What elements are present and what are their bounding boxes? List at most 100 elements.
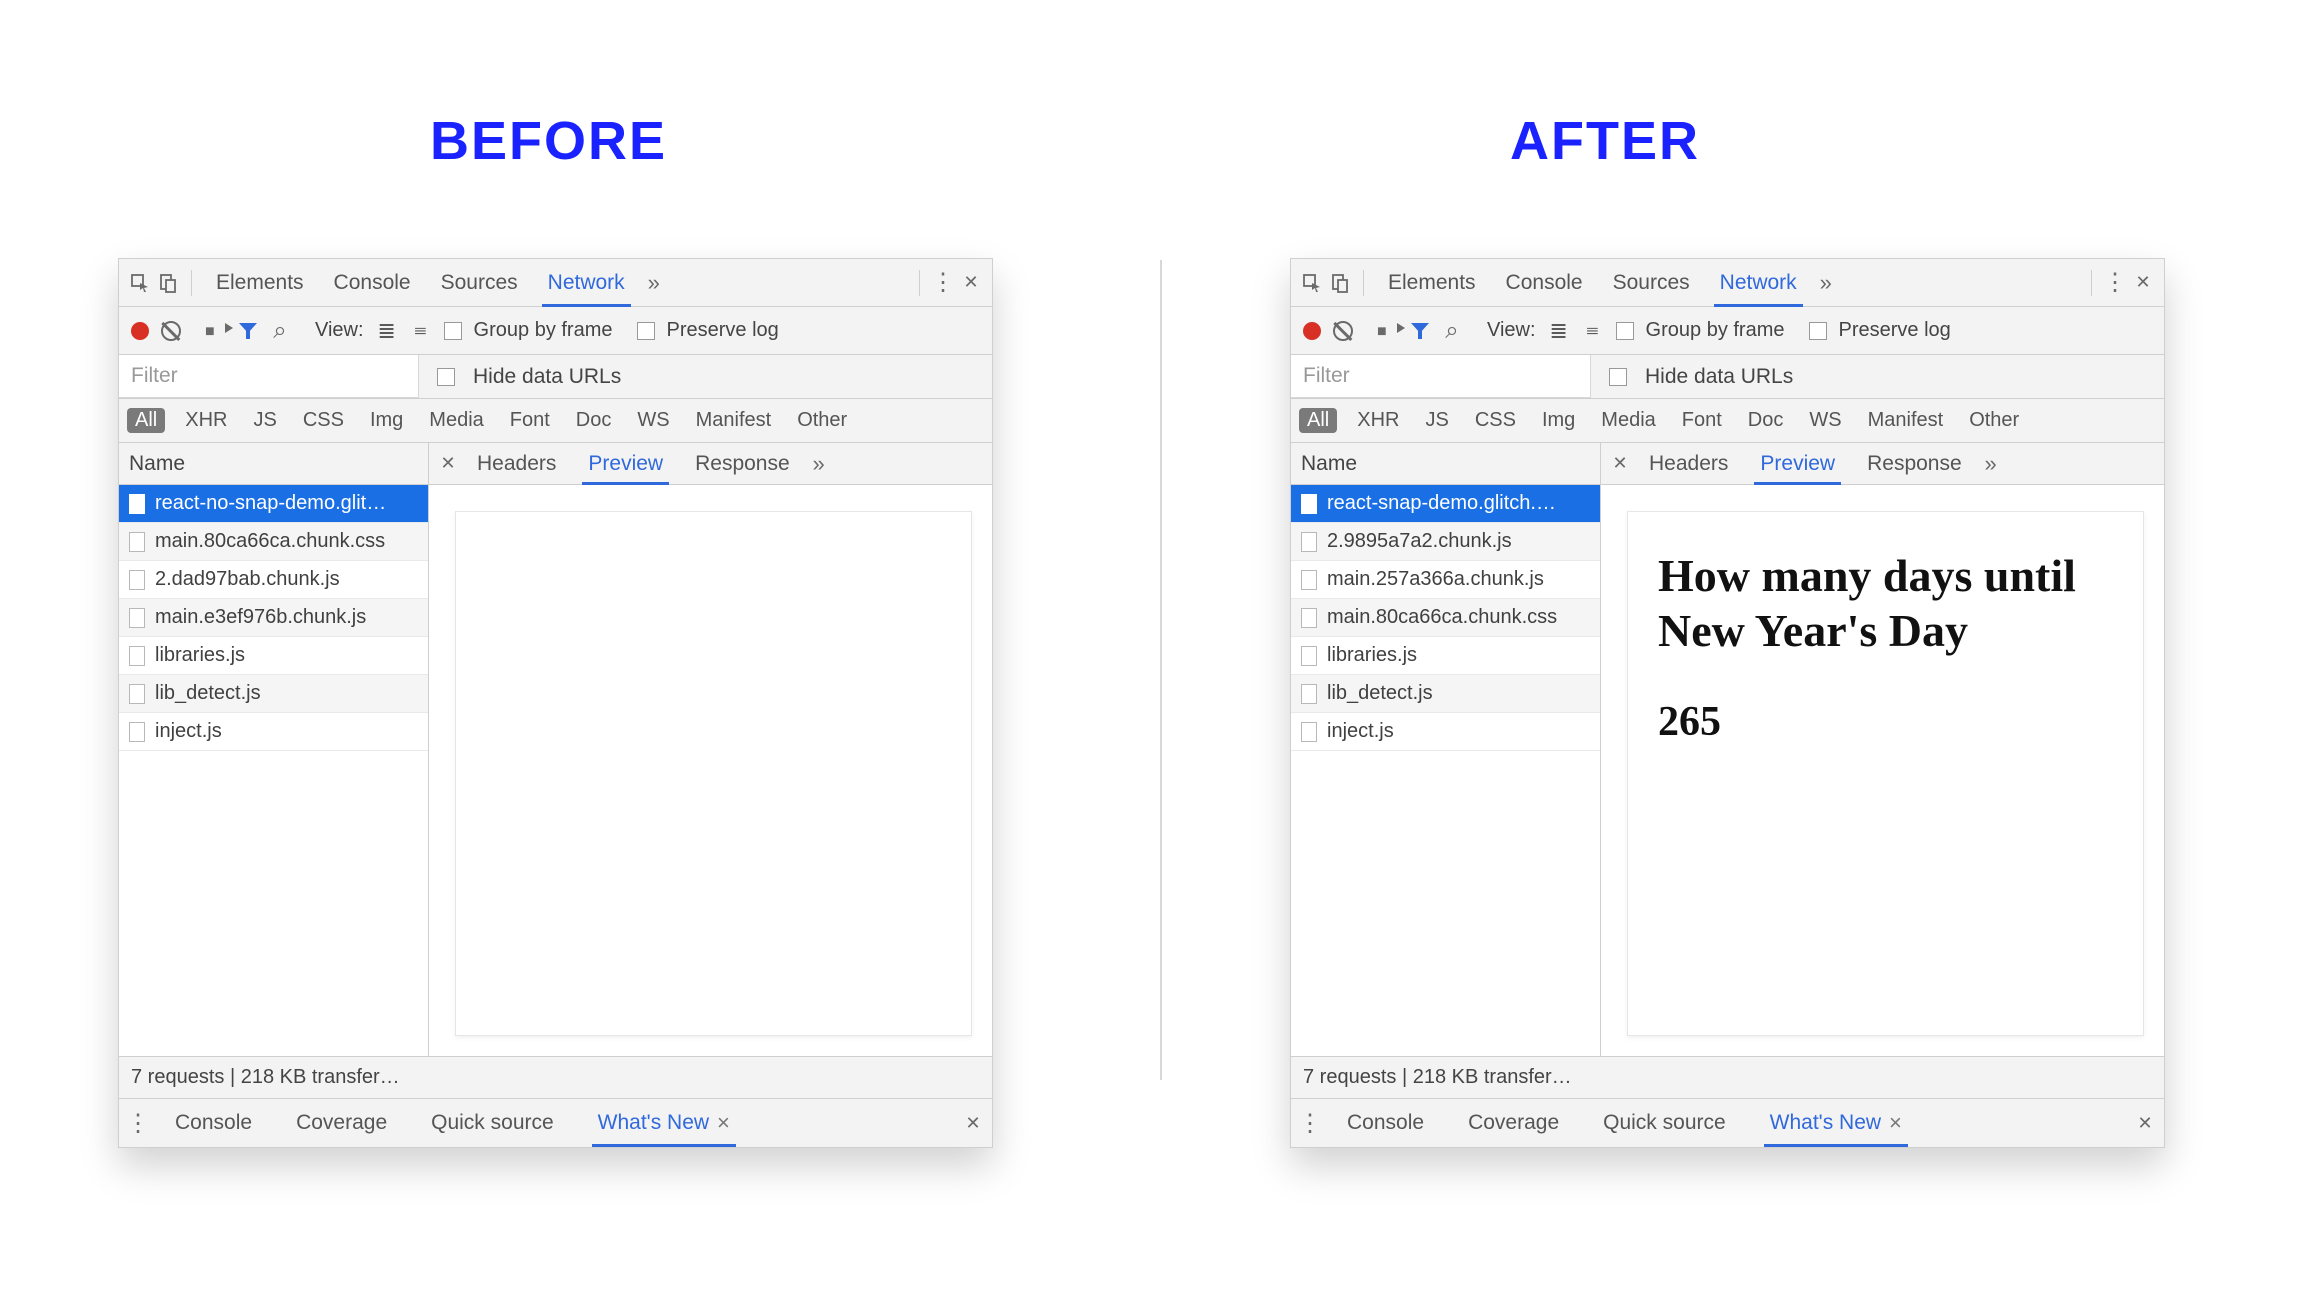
tab-elements[interactable]: Elements — [204, 259, 316, 306]
drawer-console[interactable]: Console — [157, 1099, 270, 1147]
preserve-log-checkbox[interactable] — [637, 322, 655, 340]
more-tabs-icon[interactable] — [643, 272, 665, 294]
tab-network[interactable]: Network — [1708, 259, 1809, 306]
group-by-frame-checkbox[interactable] — [1616, 322, 1634, 340]
large-rows-icon[interactable] — [376, 320, 398, 342]
filter-font[interactable]: Font — [504, 408, 556, 433]
filter-xhr[interactable]: XHR — [1351, 408, 1405, 433]
tab-headers[interactable]: Headers — [1635, 443, 1742, 484]
close-tab-icon[interactable] — [717, 1110, 730, 1136]
hide-data-urls-checkbox[interactable] — [437, 368, 455, 386]
drawer-quick-source[interactable]: Quick source — [1585, 1099, 1744, 1147]
filter-js[interactable]: JS — [247, 408, 282, 433]
filter-manifest[interactable]: Manifest — [690, 408, 778, 433]
clear-icon[interactable] — [161, 321, 181, 341]
close-drawer-icon[interactable] — [2134, 1112, 2156, 1134]
request-row[interactable]: main.e3ef976b.chunk.js — [119, 599, 428, 637]
tab-response[interactable]: Response — [681, 443, 804, 484]
large-rows-icon[interactable] — [1548, 320, 1570, 342]
name-header[interactable]: Name — [119, 443, 428, 485]
drawer-quick-source[interactable]: Quick source — [413, 1099, 572, 1147]
search-icon[interactable] — [269, 320, 291, 342]
filter-other[interactable]: Other — [1963, 408, 2025, 433]
tab-console[interactable]: Console — [322, 259, 423, 306]
request-row[interactable]: react-snap-demo.glitch.… — [1291, 485, 1600, 523]
close-detail-icon[interactable] — [1609, 453, 1631, 475]
camera-icon[interactable] — [205, 319, 227, 342]
device-icon[interactable] — [1329, 272, 1351, 294]
drawer-coverage[interactable]: Coverage — [278, 1099, 405, 1147]
filter-media[interactable]: Media — [1595, 408, 1661, 433]
filter-all[interactable]: All — [127, 408, 165, 433]
tab-preview[interactable]: Preview — [1746, 443, 1849, 484]
camera-icon[interactable] — [1377, 319, 1399, 342]
drawer-menu-icon[interactable] — [1299, 1112, 1321, 1134]
filter-input[interactable]: Filter — [1291, 355, 1591, 398]
close-tab-icon[interactable] — [1889, 1110, 1902, 1136]
group-by-frame-checkbox[interactable] — [444, 322, 462, 340]
filter-img[interactable]: Img — [364, 408, 409, 433]
more-detail-tabs-icon[interactable] — [808, 453, 830, 475]
kebab-menu-icon[interactable] — [2104, 272, 2126, 294]
device-icon[interactable] — [157, 272, 179, 294]
close-drawer-icon[interactable] — [962, 1112, 984, 1134]
close-detail-icon[interactable] — [437, 453, 459, 475]
filter-ws[interactable]: WS — [1803, 408, 1847, 433]
tab-response[interactable]: Response — [1853, 443, 1976, 484]
close-devtools-icon[interactable] — [2132, 272, 2154, 294]
filter-other[interactable]: Other — [791, 408, 853, 433]
record-icon[interactable] — [131, 322, 149, 340]
request-row[interactable]: main.80ca66ca.chunk.css — [119, 523, 428, 561]
tab-console[interactable]: Console — [1494, 259, 1595, 306]
filter-css[interactable]: CSS — [1469, 408, 1522, 433]
filter-all[interactable]: All — [1299, 408, 1337, 433]
more-tabs-icon[interactable] — [1815, 272, 1837, 294]
clear-icon[interactable] — [1333, 321, 1353, 341]
request-row[interactable]: libraries.js — [119, 637, 428, 675]
name-header[interactable]: Name — [1291, 443, 1600, 485]
request-row[interactable]: libraries.js — [1291, 637, 1600, 675]
waterfall-icon[interactable] — [410, 320, 432, 342]
filter-doc[interactable]: Doc — [1742, 408, 1790, 433]
drawer-menu-icon[interactable] — [127, 1112, 149, 1134]
inspect-icon[interactable] — [129, 272, 151, 294]
more-detail-tabs-icon[interactable] — [1980, 453, 2002, 475]
hide-data-urls-checkbox[interactable] — [1609, 368, 1627, 386]
filter-input[interactable]: Filter — [119, 355, 419, 398]
request-row[interactable]: 2.9895a7a2.chunk.js — [1291, 523, 1600, 561]
tab-sources[interactable]: Sources — [1601, 259, 1702, 306]
filter-ws[interactable]: WS — [631, 408, 675, 433]
drawer-coverage[interactable]: Coverage — [1450, 1099, 1577, 1147]
request-row[interactable]: inject.js — [1291, 713, 1600, 751]
filter-manifest[interactable]: Manifest — [1862, 408, 1950, 433]
filter-font[interactable]: Font — [1676, 408, 1728, 433]
filter-xhr[interactable]: XHR — [179, 408, 233, 433]
waterfall-icon[interactable] — [1582, 320, 1604, 342]
request-row[interactable]: main.257a366a.chunk.js — [1291, 561, 1600, 599]
filter-icon[interactable] — [1411, 323, 1429, 339]
filter-icon[interactable] — [239, 323, 257, 339]
record-icon[interactable] — [1303, 322, 1321, 340]
drawer-whats-new[interactable]: What's New — [580, 1099, 748, 1147]
search-icon[interactable] — [1441, 320, 1463, 342]
filter-css[interactable]: CSS — [297, 408, 350, 433]
drawer-whats-new[interactable]: What's New — [1752, 1099, 1920, 1147]
request-row[interactable]: lib_detect.js — [1291, 675, 1600, 713]
drawer-console[interactable]: Console — [1329, 1099, 1442, 1147]
preserve-log-checkbox[interactable] — [1809, 322, 1827, 340]
tab-sources[interactable]: Sources — [429, 259, 530, 306]
filter-doc[interactable]: Doc — [570, 408, 618, 433]
filter-js[interactable]: JS — [1419, 408, 1454, 433]
request-row[interactable]: lib_detect.js — [119, 675, 428, 713]
request-row[interactable]: inject.js — [119, 713, 428, 751]
tab-headers[interactable]: Headers — [463, 443, 570, 484]
close-devtools-icon[interactable] — [960, 272, 982, 294]
filter-img[interactable]: Img — [1536, 408, 1581, 433]
request-row[interactable]: main.80ca66ca.chunk.css — [1291, 599, 1600, 637]
request-row[interactable]: react-no-snap-demo.glit… — [119, 485, 428, 523]
tab-preview[interactable]: Preview — [574, 443, 677, 484]
kebab-menu-icon[interactable] — [932, 272, 954, 294]
tab-elements[interactable]: Elements — [1376, 259, 1488, 306]
tab-network[interactable]: Network — [536, 259, 637, 306]
request-row[interactable]: 2.dad97bab.chunk.js — [119, 561, 428, 599]
